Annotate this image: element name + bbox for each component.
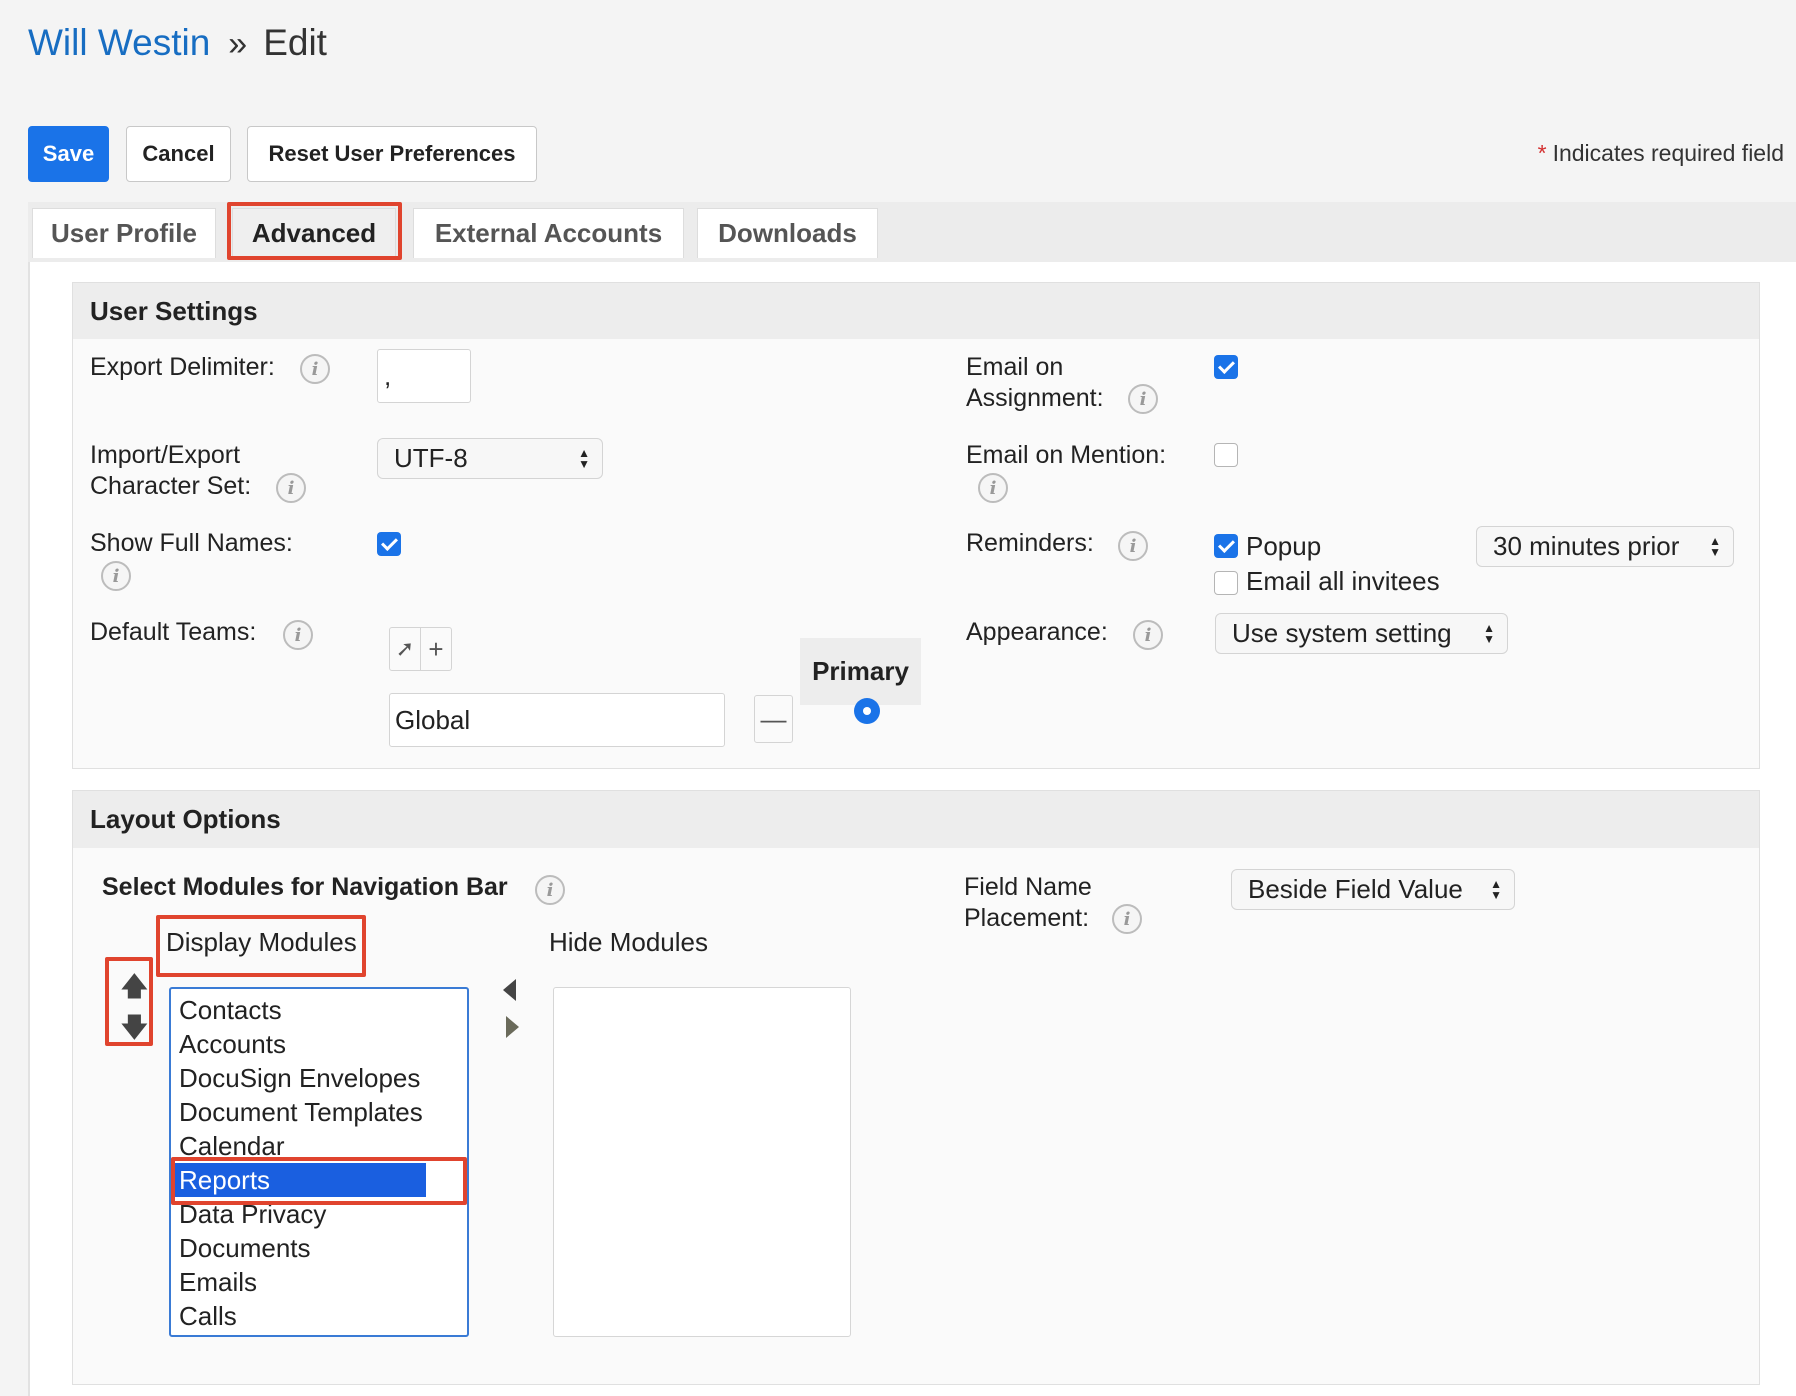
- display-modules-listbox[interactable]: Contacts Accounts DocuSign Envelopes Doc…: [169, 987, 469, 1337]
- page-title: Edit: [263, 22, 327, 63]
- default-teams-info-icon[interactable]: i: [283, 620, 313, 650]
- tab-external-accounts[interactable]: External Accounts: [413, 208, 684, 258]
- show-full-names-label: Show Full Names:: [90, 529, 293, 557]
- show-full-names-checkbox[interactable]: [377, 532, 401, 556]
- export-delimiter-input[interactable]: ,: [377, 349, 471, 403]
- list-item[interactable]: Accounts: [179, 1027, 286, 1061]
- reset-preferences-button[interactable]: Reset User Preferences: [247, 126, 537, 182]
- minus-icon[interactable]: —: [754, 695, 793, 743]
- export-delimiter-info-icon[interactable]: i: [300, 354, 330, 384]
- breadcrumb-record-link[interactable]: Will Westin: [28, 22, 210, 63]
- default-teams-label: Default Teams:: [90, 618, 257, 646]
- nav-bar-modules-label: Select Modules for Navigation Bar: [102, 873, 508, 901]
- list-item[interactable]: Data Privacy: [179, 1197, 326, 1231]
- breadcrumb-separator: »: [228, 25, 248, 63]
- nav-bar-info-icon[interactable]: i: [535, 875, 565, 905]
- updown-arrows-icon: ▲ ▼: [578, 445, 590, 471]
- primary-team-radio[interactable]: [854, 698, 880, 724]
- required-field-note: * Indicates required field: [1538, 140, 1784, 167]
- team-name-input[interactable]: Global: [389, 693, 725, 747]
- appearance-value: Use system setting: [1232, 618, 1452, 648]
- appearance-info-icon[interactable]: i: [1133, 620, 1163, 650]
- email-on-mention-info-icon[interactable]: i: [978, 473, 1008, 503]
- charset-select-value: UTF-8: [394, 443, 468, 473]
- email-invitees-checkbox[interactable]: [1214, 571, 1238, 595]
- reminder-timing-value: 30 minutes prior: [1493, 531, 1680, 561]
- charset-label: Import/Export Character Set:: [90, 441, 252, 500]
- email-on-assignment-label: Email on Assignment:: [966, 353, 1104, 412]
- list-item[interactable]: Contacts: [179, 993, 282, 1027]
- tab-downloads[interactable]: Downloads: [697, 208, 878, 258]
- arrow-down-icon[interactable]: 🡇: [121, 1009, 148, 1053]
- field-name-placement-select[interactable]: Beside Field Value ▲ ▼: [1231, 869, 1515, 910]
- list-item[interactable]: Documents: [179, 1231, 311, 1265]
- export-delimiter-label: Export Delimiter:: [90, 353, 275, 381]
- cursor-arrow-icon[interactable]: ➚: [389, 627, 421, 671]
- list-item[interactable]: Emails: [179, 1265, 257, 1299]
- list-item[interactable]: DocuSign Envelopes: [179, 1061, 420, 1095]
- list-item[interactable]: Calendar: [179, 1129, 285, 1163]
- hide-modules-label: Hide Modules: [549, 927, 708, 957]
- charset-info-icon[interactable]: i: [276, 473, 306, 503]
- save-button[interactable]: Save: [28, 126, 109, 182]
- primary-column-header: Primary: [800, 638, 921, 705]
- arrow-up-icon[interactable]: 🡅: [121, 968, 148, 1012]
- user-settings-section: User Settings Export Delimiter: i , Impo…: [72, 282, 1760, 769]
- display-modules-label: Display Modules: [166, 927, 357, 957]
- email-on-assignment-checkbox[interactable]: [1214, 355, 1238, 379]
- user-settings-header: User Settings: [73, 283, 1759, 339]
- cancel-button[interactable]: Cancel: [126, 126, 231, 182]
- list-item[interactable]: Calls: [179, 1299, 237, 1333]
- layout-options-section: Layout Options Select Modules for Naviga…: [72, 790, 1760, 1385]
- appearance-select[interactable]: Use system setting ▲ ▼: [1215, 613, 1508, 654]
- field-name-placement-label: Field Name Placement:: [964, 873, 1092, 932]
- tab-user-profile[interactable]: User Profile: [32, 208, 216, 258]
- popup-reminder-label: Popup: [1246, 531, 1322, 561]
- updown-arrows-icon: ▲ ▼: [1483, 620, 1495, 646]
- required-star: *: [1537, 140, 1547, 166]
- charset-select[interactable]: UTF-8 ▲ ▼: [377, 438, 603, 479]
- reminders-label: Reminders:: [966, 529, 1094, 557]
- show-full-names-info-icon[interactable]: i: [101, 561, 131, 591]
- reminders-info-icon[interactable]: i: [1118, 531, 1148, 561]
- email-invitees-label: Email all invitees: [1246, 566, 1440, 596]
- updown-arrows-icon: ▲ ▼: [1709, 533, 1721, 559]
- email-on-mention-label: Email on Mention:: [966, 441, 1167, 469]
- breadcrumb: Will Westin » Edit: [28, 22, 327, 64]
- appearance-label: Appearance:: [966, 618, 1108, 646]
- caret-left-icon[interactable]: [503, 979, 516, 1001]
- layout-options-header: Layout Options: [73, 791, 1759, 848]
- updown-arrows-icon: ▲ ▼: [1490, 876, 1502, 902]
- plus-icon[interactable]: +: [420, 627, 452, 671]
- popup-reminder-checkbox[interactable]: [1214, 534, 1238, 558]
- reminder-timing-select[interactable]: 30 minutes prior ▲ ▼: [1476, 526, 1734, 567]
- field-name-placement-value: Beside Field Value: [1248, 874, 1463, 904]
- email-on-assignment-info-icon[interactable]: i: [1128, 384, 1158, 414]
- required-note-text: Indicates required field: [1552, 140, 1784, 166]
- list-item-selected[interactable]: Reports: [174, 1163, 426, 1197]
- caret-right-icon[interactable]: [506, 1016, 519, 1038]
- hide-modules-listbox[interactable]: [553, 987, 851, 1337]
- tab-advanced[interactable]: Advanced: [232, 208, 396, 258]
- email-on-mention-checkbox[interactable]: [1214, 443, 1238, 467]
- field-name-placement-info-icon[interactable]: i: [1112, 904, 1142, 934]
- list-item[interactable]: Document Templates: [179, 1095, 423, 1129]
